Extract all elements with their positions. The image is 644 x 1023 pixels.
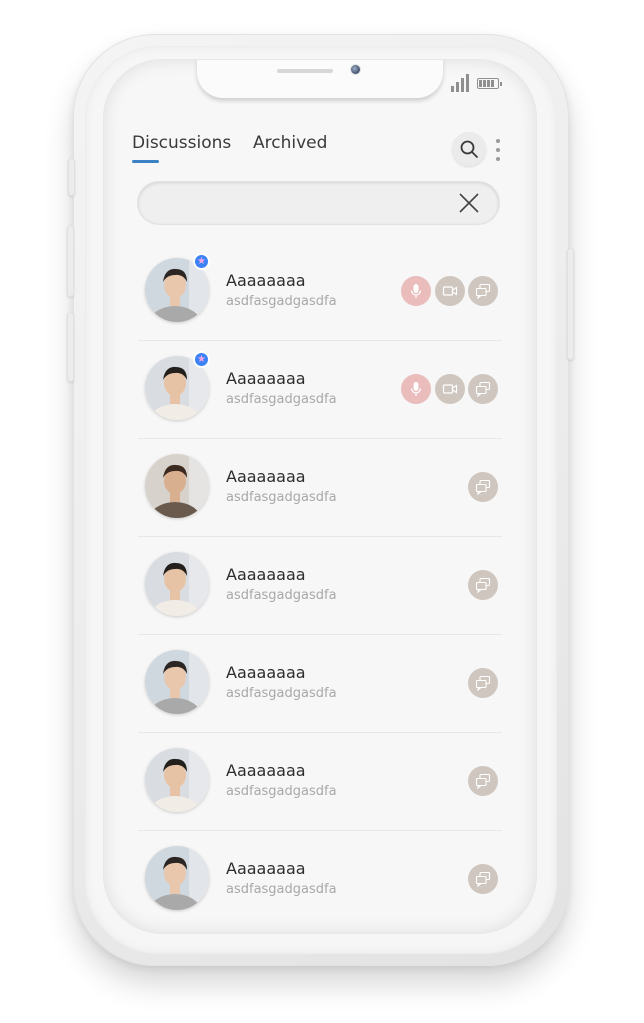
message-button[interactable] xyxy=(468,766,498,796)
contact-row[interactable]: ★ Aaaaaaaa asdfasgadgasdfa xyxy=(138,243,502,341)
contact-row[interactable]: Aaaaaaaa asdfasgadgasdfa xyxy=(138,733,502,831)
contact-name: Aaaaaaaa xyxy=(226,663,306,682)
avatar[interactable] xyxy=(145,846,209,910)
front-camera xyxy=(351,65,360,74)
message-button[interactable] xyxy=(468,374,498,404)
close-icon xyxy=(459,193,479,213)
contact-message: asdfasgadgasdfa xyxy=(226,882,337,897)
battery-icon xyxy=(477,78,502,89)
contact-message: asdfasgadgasdfa xyxy=(226,294,337,309)
video-call-button[interactable] xyxy=(435,276,465,306)
contact-list: ★ Aaaaaaaa asdfasgadgasdfa ★ Aaaaaaaa asdfasg… xyxy=(138,243,502,928)
speaker-grille xyxy=(277,69,333,73)
contact-message: asdfasgadgasdfa xyxy=(226,588,337,603)
contact-message: asdfasgadgasdfa xyxy=(226,392,337,407)
contact-row[interactable]: Aaaaaaaa asdfasgadgasdfa xyxy=(138,831,502,928)
clear-search-button[interactable] xyxy=(456,190,482,216)
tab-discussions[interactable]: Discussions xyxy=(132,133,231,153)
message-button[interactable] xyxy=(468,864,498,894)
video-call-button[interactable] xyxy=(435,374,465,404)
contact-name: Aaaaaaaa xyxy=(226,271,306,290)
message-button[interactable] xyxy=(468,570,498,600)
search-input[interactable] xyxy=(156,182,460,226)
message-button[interactable] xyxy=(468,472,498,502)
notch xyxy=(197,60,443,98)
contact-message: asdfasgadgasdfa xyxy=(226,490,337,505)
tab-archived[interactable]: Archived xyxy=(253,133,327,153)
message-button[interactable] xyxy=(468,276,498,306)
favorite-badge-icon: ★ xyxy=(193,253,210,270)
search-button[interactable] xyxy=(452,132,486,166)
contact-row[interactable]: Aaaaaaaa asdfasgadgasdfa xyxy=(138,537,502,635)
contact-name: Aaaaaaaa xyxy=(226,859,306,878)
contact-row[interactable]: Aaaaaaaa asdfasgadgasdfa xyxy=(138,635,502,733)
volume-up-button xyxy=(67,225,74,297)
avatar[interactable] xyxy=(145,650,209,714)
favorite-badge-icon: ★ xyxy=(193,351,210,368)
more-options-icon[interactable] xyxy=(494,139,502,163)
voice-call-button[interactable] xyxy=(401,374,431,404)
search-icon xyxy=(460,140,478,158)
signal-icon xyxy=(451,74,471,92)
contact-name: Aaaaaaaa xyxy=(226,565,306,584)
contact-name: Aaaaaaaa xyxy=(226,467,306,486)
avatar[interactable] xyxy=(145,552,209,616)
contact-name: Aaaaaaaa xyxy=(226,761,306,780)
voice-call-button[interactable] xyxy=(401,276,431,306)
avatar[interactable] xyxy=(145,748,209,812)
message-button[interactable] xyxy=(468,668,498,698)
contact-message: asdfasgadgasdfa xyxy=(226,784,337,799)
contact-message: asdfasgadgasdfa xyxy=(226,686,337,701)
active-tab-indicator xyxy=(132,160,159,163)
volume-down-button xyxy=(67,312,74,382)
search-bar xyxy=(138,182,499,226)
contact-row[interactable]: ★ Aaaaaaaa asdfasgadgasdfa xyxy=(138,341,502,439)
avatar[interactable] xyxy=(145,454,209,518)
contact-row[interactable]: Aaaaaaaa asdfasgadgasdfa xyxy=(138,439,502,537)
app-screen: Discussions Archived ★ Aaaaaaaa asdfasgadg… xyxy=(104,60,536,933)
contact-name: Aaaaaaaa xyxy=(226,369,306,388)
mute-switch xyxy=(68,158,75,196)
power-button xyxy=(567,248,574,360)
